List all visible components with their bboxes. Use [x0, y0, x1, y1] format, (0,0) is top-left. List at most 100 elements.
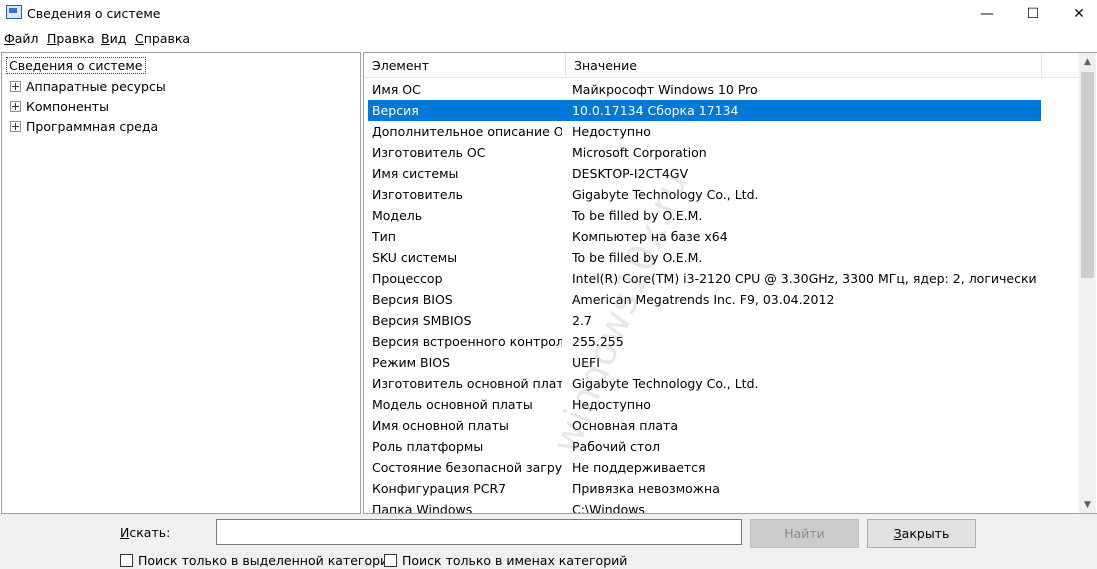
table-row[interactable]: Версия встроенного контролл... 255.255 [364, 331, 1079, 352]
tree-node-software-environment[interactable]: Программная среда [10, 117, 158, 135]
table-row[interactable]: Изготовитель Gigabyte Technology Co., Ltd… [364, 184, 1079, 205]
search-panel: Искать: Найти Закрыть Поиск только в выд… [0, 514, 1097, 569]
search-selected-category-checkbox[interactable]: Поиск только в выделенной категории [120, 553, 396, 568]
column-header-item[interactable]: Элемент [364, 53, 566, 77]
menu-bar: Файл Правка Вид Справка [0, 28, 1097, 48]
tree-root-system-summary[interactable]: Сведения о системе [6, 57, 146, 74]
menu-view[interactable]: Вид [101, 31, 126, 46]
cell-value: Gigabyte Technology Co., Ltd. [572, 187, 759, 202]
menu-file[interactable]: Файл [4, 31, 39, 46]
scroll-up-icon[interactable]: ▲ [1079, 53, 1096, 70]
checkbox-box[interactable] [120, 554, 133, 567]
list-header: Элемент Значение [364, 53, 1079, 78]
cell-value: Рабочий стол [572, 439, 660, 454]
cell-item: Режим BIOS [372, 355, 451, 370]
search-input[interactable] [216, 519, 742, 545]
cell-value: To be filled by O.E.M. [572, 208, 703, 223]
cell-item: Тип [372, 229, 396, 244]
table-row[interactable]: Имя ОС Майкрософт Windows 10 Pro [364, 79, 1079, 100]
menu-help[interactable]: Справка [135, 31, 190, 46]
table-row[interactable]: Имя системы DESKTOP-I2CT4GV [364, 163, 1079, 184]
cell-item: Модель основной платы [372, 397, 533, 412]
cell-item: Процессор [372, 271, 443, 286]
tree-node-hardware-resources[interactable]: Аппаратные ресурсы [10, 77, 166, 95]
system-info-icon [6, 5, 22, 19]
checkbox-box[interactable] [384, 554, 397, 567]
tree-node-label: Аппаратные ресурсы [26, 78, 166, 94]
cell-item: Папка Windows [372, 502, 473, 514]
table-row[interactable]: Изготовитель ОС Microsoft Corporation [364, 142, 1079, 163]
table-row[interactable]: Режим BIOS UEFI [364, 352, 1079, 373]
expand-icon[interactable] [10, 100, 21, 112]
cell-item: Конфигурация PCR7 [372, 481, 507, 496]
tree-node-label: Программная среда [26, 118, 159, 134]
list-rows: Имя ОС Майкрософт Windows 10 Pro Версия 10.… [364, 79, 1079, 514]
table-row[interactable]: SKU системы To be filled by O.E.M. [364, 247, 1079, 268]
cell-value: 10.0.17134 Сборка 17134 [572, 103, 739, 118]
cell-value: Intel(R) Core(TM) i3-2120 CPU @ 3.30GHz,… [572, 271, 1036, 286]
table-row[interactable]: Версия 10.0.17134 Сборка 17134 [368, 100, 1041, 121]
table-row[interactable]: Конфигурация PCR7 Привязка невозможна [364, 478, 1079, 499]
window-title: Сведения о системе [27, 6, 161, 21]
cell-item: Версия SMBIOS [372, 313, 472, 328]
cell-item: Роль платформы [372, 439, 484, 454]
maximize-button[interactable]: ☐ [1010, 0, 1056, 27]
checkbox-label: Поиск только в именах категорий [402, 553, 628, 568]
cell-item: Версия BIOS [372, 292, 453, 307]
close-window-button[interactable]: ✕ [1056, 0, 1097, 27]
scroll-down-icon[interactable]: ▼ [1079, 496, 1096, 513]
cell-value: Привязка невозможна [572, 481, 720, 496]
table-row[interactable]: Процессор Intel(R) Core(TM) i3-2120 CPU @… [364, 268, 1079, 289]
table-row[interactable]: Версия SMBIOS 2.7 [364, 310, 1079, 331]
cell-value: 2.7 [572, 313, 592, 328]
cell-item: Имя системы [372, 166, 459, 181]
title-bar: Сведения о системе — ☐ ✕ [0, 0, 1097, 27]
details-list: Элемент Значение Имя ОС Майкрософт Window… [363, 52, 1097, 514]
cell-item: Дополнительное описание ОС [372, 124, 562, 139]
close-button[interactable]: Закрыть [867, 519, 976, 548]
expand-icon[interactable] [10, 120, 21, 132]
table-row[interactable]: Роль платформы Рабочий стол [364, 436, 1079, 457]
table-row[interactable]: Модель To be filled by O.E.M. [364, 205, 1079, 226]
search-category-names-checkbox[interactable]: Поиск только в именах категорий [384, 553, 627, 568]
scroll-thumb[interactable] [1081, 72, 1094, 278]
cell-value: DESKTOP-I2CT4GV [572, 166, 689, 181]
cell-value: Не поддерживается [572, 460, 706, 475]
table-row[interactable]: Папка Windows C:\Windows [364, 499, 1079, 514]
table-row[interactable]: Модель основной платы Недоступно [364, 394, 1079, 415]
checkbox-label: Поиск только в выделенной категории [138, 553, 397, 568]
cell-item: Имя ОС [372, 82, 421, 97]
cell-value: 255.255 [572, 334, 624, 349]
table-row[interactable]: Тип Компьютер на базе x64 [364, 226, 1079, 247]
cell-item: Изготовитель основной платы [372, 376, 562, 391]
tree-node-components[interactable]: Компоненты [10, 97, 109, 115]
find-button[interactable]: Найти [750, 519, 859, 548]
category-tree: Сведения о системе Аппаратные ресурсы Ко… [1, 52, 361, 514]
cell-value: To be filled by O.E.M. [572, 250, 703, 265]
tree-node-label: Компоненты [26, 98, 109, 114]
cell-value: Gigabyte Technology Co., Ltd. [572, 376, 759, 391]
cell-value: Microsoft Corporation [572, 145, 707, 160]
table-row[interactable]: Состояние безопасной загруз... Не поддерж… [364, 457, 1079, 478]
cell-value: UEFI [572, 355, 600, 370]
cell-item: Изготовитель ОС [372, 145, 486, 160]
cell-item: Версия [372, 103, 419, 118]
expand-icon[interactable] [10, 80, 21, 92]
cell-value: Компьютер на базе x64 [572, 229, 728, 244]
search-label: Искать: [120, 525, 171, 540]
cell-value: Недоступно [572, 397, 651, 412]
cell-value: C:\Windows [572, 502, 645, 514]
table-row[interactable]: Имя основной платы Основная плата [364, 415, 1079, 436]
column-header-value[interactable]: Значение [566, 53, 1042, 77]
cell-item: Имя основной платы [372, 418, 509, 433]
cell-item: SKU системы [372, 250, 458, 265]
cell-item: Модель [372, 208, 423, 223]
cell-value: Основная плата [572, 418, 678, 433]
table-row[interactable]: Версия BIOS American Megatrends Inc. F9, … [364, 289, 1079, 310]
vertical-scrollbar[interactable]: ▲ ▼ [1079, 53, 1096, 513]
cell-item: Версия встроенного контролл... [372, 334, 562, 349]
table-row[interactable]: Дополнительное описание ОС Недоступно [364, 121, 1079, 142]
menu-edit[interactable]: Правка [47, 31, 95, 46]
minimize-button[interactable]: — [964, 0, 1010, 27]
table-row[interactable]: Изготовитель основной платы Gigabyte Tech… [364, 373, 1079, 394]
